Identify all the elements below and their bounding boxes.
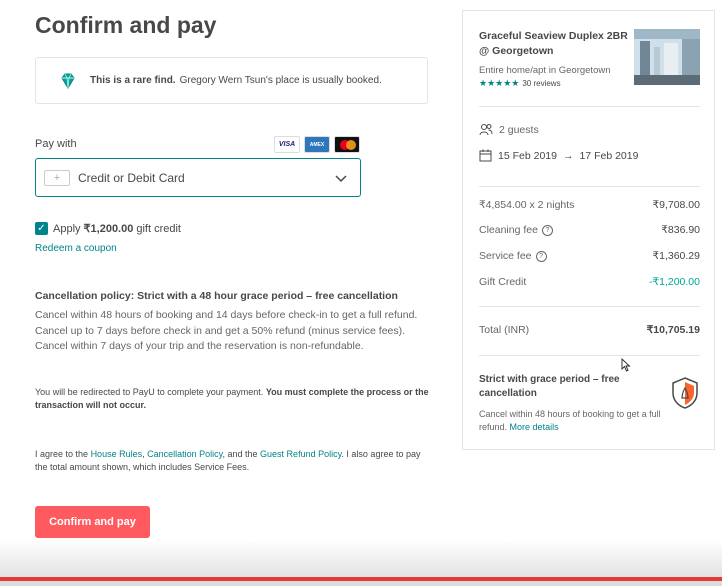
divider bbox=[479, 106, 700, 107]
nights-value: ₹9,708.00 bbox=[652, 199, 700, 211]
date-arrow-icon: → bbox=[562, 149, 574, 162]
calendar-icon bbox=[479, 149, 492, 162]
question-icon[interactable]: ? bbox=[535, 250, 547, 262]
card-logos: VISA AMEX bbox=[274, 136, 360, 153]
guests-text: 2 guests bbox=[499, 123, 539, 136]
gift-amount: ₹1,200.00 bbox=[83, 223, 134, 235]
listing-type: Entire home/apt in Georgetown bbox=[479, 65, 611, 76]
guest-count: 2 guests bbox=[479, 123, 539, 136]
amex-icon: AMEX bbox=[304, 136, 330, 153]
bottom-fade bbox=[0, 540, 722, 578]
chevron-down-icon bbox=[335, 175, 347, 183]
confirm-and-pay-button[interactable]: Confirm and pay bbox=[35, 506, 150, 538]
redirect-text: You will be redirected to PayU to comple… bbox=[35, 387, 264, 397]
rare-find-bold: This is a rare find. bbox=[90, 75, 176, 86]
redeem-coupon-link[interactable]: Redeem a coupon bbox=[35, 243, 117, 254]
page-title: Confirm and pay bbox=[35, 12, 217, 38]
rare-find-text: Gregory Wern Tsun's place is usually boo… bbox=[179, 75, 382, 86]
mouse-cursor-icon bbox=[621, 358, 631, 372]
gift-credit-checkbox[interactable]: ✓ bbox=[35, 222, 48, 235]
nights-label: ₹4,854.00 x 2 nights bbox=[479, 199, 575, 211]
mastercard-icon bbox=[334, 136, 360, 153]
cancellation-text: Cancel within 48 hours of booking and 14… bbox=[35, 309, 418, 352]
total-row: Total (INR) ₹10,705.19 bbox=[479, 324, 700, 336]
agree-part-3: , and the bbox=[222, 449, 258, 459]
agreement-text: I agree to the House Rules, Cancellation… bbox=[35, 448, 430, 474]
card-placeholder-icon: + bbox=[44, 169, 70, 186]
gift-credit-option[interactable]: ✓ Apply ₹1,200.00 gift credit bbox=[35, 222, 181, 235]
star-rating-icon: ★★★★★ bbox=[479, 78, 520, 88]
gift-credit-row: Gift Credit -₹1,200.00 bbox=[479, 276, 700, 288]
policy-heading: Strict with grace period – free cancella… bbox=[479, 374, 620, 399]
gift-suffix: gift credit bbox=[136, 222, 181, 235]
rare-find-banner: This is a rare find. Gregory Wern Tsun's… bbox=[35, 57, 428, 104]
check-in-date: 15 Feb 2019 bbox=[498, 149, 557, 162]
cleaning-fee-label: Cleaning fee bbox=[479, 224, 538, 236]
cleaning-fee-row: Cleaning fee? ₹836.90 bbox=[479, 224, 700, 236]
total-label: Total (INR) bbox=[479, 324, 530, 336]
gift-credit-label: Gift Credit bbox=[479, 276, 527, 288]
trip-dates: 15 Feb 2019 → 17 Feb 2019 bbox=[479, 149, 638, 162]
booking-summary-panel: Graceful Seaview Duplex 2BR @ Georgetown… bbox=[462, 10, 715, 450]
divider bbox=[479, 306, 700, 307]
service-fee-label: Service fee bbox=[479, 250, 532, 262]
payment-method-select[interactable]: + Credit or Debit Card bbox=[35, 158, 361, 197]
cancellation-heading: Cancellation policy: Strict with a 48 ho… bbox=[35, 290, 398, 302]
redirect-notice: You will be redirected to PayU to comple… bbox=[35, 386, 430, 412]
pay-with-label: Pay with bbox=[35, 138, 77, 150]
house-rules-link[interactable]: House Rules bbox=[91, 449, 143, 459]
divider bbox=[479, 355, 700, 356]
guest-refund-policy-link[interactable]: Guest Refund Policy bbox=[260, 449, 341, 459]
cleaning-fee-value: ₹836.90 bbox=[661, 224, 700, 236]
shield-icon bbox=[672, 377, 698, 409]
agree-part-2: , bbox=[142, 449, 145, 459]
guests-icon bbox=[479, 124, 493, 136]
check-out-date: 17 Feb 2019 bbox=[579, 149, 639, 162]
cancellation-policy-link[interactable]: Cancellation Policy bbox=[147, 449, 222, 459]
nights-price-row: ₹4,854.00 x 2 nights ₹9,708.00 bbox=[479, 199, 700, 211]
gift-credit-value: -₹1,200.00 bbox=[648, 276, 700, 288]
review-count: 30 reviews bbox=[522, 79, 561, 88]
service-fee-value: ₹1,360.29 bbox=[652, 250, 700, 262]
listing-name: Graceful Seaview Duplex 2BR @ Georgetown bbox=[479, 30, 628, 57]
diamond-icon bbox=[61, 73, 75, 89]
policy-text: Cancel within 48 hours of booking to get… bbox=[479, 408, 679, 434]
visa-icon: VISA bbox=[274, 136, 300, 153]
agree-part-1: I agree to the bbox=[35, 449, 89, 459]
more-details-link[interactable]: More details bbox=[510, 422, 559, 432]
policy-desc: Cancel within 48 hours of booking to get… bbox=[479, 409, 661, 432]
service-fee-row: Service fee? ₹1,360.29 bbox=[479, 250, 700, 262]
bottom-strip bbox=[0, 581, 722, 586]
total-value: ₹10,705.19 bbox=[646, 324, 700, 336]
payment-method-value: Credit or Debit Card bbox=[78, 170, 185, 185]
listing-rating: ★★★★★ 30 reviews bbox=[479, 78, 561, 89]
question-icon[interactable]: ? bbox=[541, 224, 553, 236]
listing-photo bbox=[634, 29, 700, 85]
gift-prefix: Apply bbox=[53, 222, 81, 235]
divider bbox=[479, 186, 700, 187]
